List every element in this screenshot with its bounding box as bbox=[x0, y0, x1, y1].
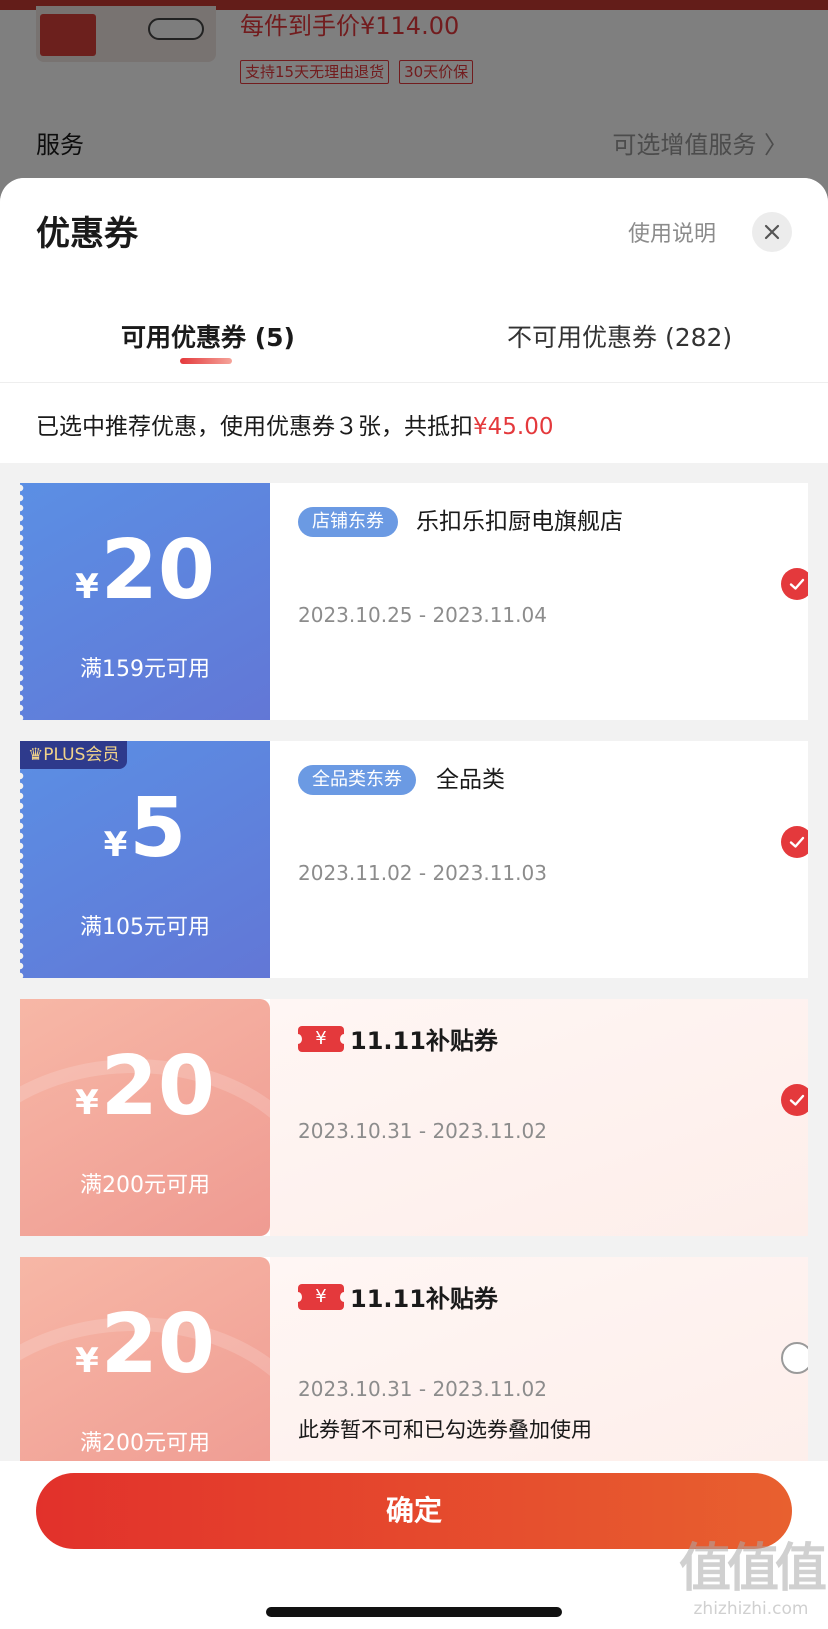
coupon-card[interactable]: ¥20 满159元可用 店铺东券 乐扣乐扣厨电旗舰店 2023.10.25 - … bbox=[20, 483, 808, 720]
confirm-button[interactable]: 确定 bbox=[36, 1473, 792, 1549]
coupon-checkbox-checked[interactable] bbox=[781, 826, 808, 858]
summary-amount: ¥45.00 bbox=[473, 414, 554, 440]
subsidy-ticket-icon: ¥ bbox=[294, 1025, 348, 1052]
divider bbox=[0, 382, 828, 383]
tab-unavailable-coupons[interactable]: 不可用优惠券 (282) bbox=[507, 318, 732, 354]
coupon-validity: 2023.11.02 - 2023.11.03 bbox=[298, 861, 547, 885]
coupon-amount-value: 20 bbox=[100, 1297, 215, 1392]
checkmark-icon bbox=[789, 578, 805, 590]
coupon-threshold: 满159元可用 bbox=[80, 657, 210, 682]
coupon-sheet: 优惠券 使用说明 可用优惠券 (5) 不可用优惠券 (282) 已选中推荐优惠，… bbox=[0, 178, 828, 1629]
sheet-header: 优惠券 使用说明 可用优惠券 (5) 不可用优惠券 (282) 已选中推荐优惠，… bbox=[0, 178, 828, 463]
coupon-amount-value: 20 bbox=[100, 1039, 215, 1134]
coupon-validity: 2023.10.25 - 2023.11.04 bbox=[298, 603, 547, 627]
coupon-value-panel: ¥20 满200元可用 bbox=[20, 999, 270, 1236]
coupon-info-panel: ¥ 11.11补贴券 2023.10.31 - 2023.11.02 bbox=[270, 999, 808, 1236]
active-tab-indicator bbox=[180, 358, 232, 364]
crown-icon: ♛ bbox=[28, 745, 44, 765]
currency-symbol: ¥ bbox=[75, 1083, 99, 1123]
coupon-card[interactable]: ¥20 满200元可用 ¥ 11.11补贴券 2023.10.31 - 2023… bbox=[20, 1257, 808, 1494]
watermark-logo: 值值值 bbox=[678, 1539, 827, 1599]
coupon-value-panel: ¥20 满159元可用 bbox=[20, 483, 270, 720]
close-icon bbox=[764, 224, 780, 240]
coupon-amount-value: 20 bbox=[100, 523, 215, 618]
coupon-card[interactable]: ¥20 满200元可用 ¥ 11.11补贴券 2023.10.31 - 2023… bbox=[20, 999, 808, 1236]
coupon-info-panel: 全品类东券 全品类 2023.11.02 - 2023.11.03 bbox=[270, 741, 808, 978]
subsidy-ticket-icon: ¥ bbox=[294, 1283, 348, 1310]
currency-symbol: ¥ bbox=[75, 1341, 99, 1381]
coupon-checkbox-unchecked[interactable] bbox=[781, 1342, 808, 1374]
coupon-amount: ¥5 bbox=[20, 779, 270, 879]
coupon-value-panel: ¥20 满200元可用 bbox=[20, 1257, 270, 1494]
coupon-info-panel: ¥ 11.11补贴券 2023.10.31 - 2023.11.02 此券暂不可… bbox=[270, 1257, 808, 1494]
coupon-value-panel: ♛PLUS会员 ¥5 满105元可用 bbox=[20, 741, 270, 978]
coupon-checkbox-checked[interactable] bbox=[781, 568, 808, 600]
summary-text: 已选中推荐优惠，使用优惠券３张，共抵扣 bbox=[36, 414, 473, 440]
coupon-type-tag: 店铺东券 bbox=[298, 507, 398, 537]
sheet-title: 优惠券 bbox=[36, 214, 138, 254]
subsidy-label-text: 11.11补贴券 bbox=[350, 1285, 498, 1313]
coupon-amount-value: 5 bbox=[129, 781, 187, 876]
coupon-threshold: 满200元可用 bbox=[80, 1431, 210, 1456]
coupon-scope: 乐扣乐扣厨电旗舰店 bbox=[416, 509, 623, 535]
selection-summary: 已选中推荐优惠，使用优惠券３张，共抵扣¥45.00 bbox=[36, 407, 553, 441]
watermark: 值值值 zhizhizhi.com bbox=[676, 1539, 827, 1627]
coupon-scope: 全品类 bbox=[436, 767, 505, 793]
checkmark-icon bbox=[789, 836, 805, 848]
currency-symbol: ¥ bbox=[75, 567, 99, 607]
subsidy-coupon-label: ¥ 11.11补贴券 bbox=[294, 1021, 498, 1056]
plus-badge-label: PLUS会员 bbox=[43, 745, 120, 765]
coupon-amount: ¥20 bbox=[20, 521, 270, 621]
coupon-amount: ¥20 bbox=[20, 1037, 270, 1137]
close-button[interactable] bbox=[752, 212, 792, 252]
coupon-info-panel: 店铺东券 乐扣乐扣厨电旗舰店 2023.10.25 - 2023.11.04 bbox=[270, 483, 808, 720]
subsidy-label-text: 11.11补贴券 bbox=[350, 1027, 498, 1055]
coupon-card[interactable]: ♛PLUS会员 ¥5 满105元可用 全品类东券 全品类 2023.11.02 … bbox=[20, 741, 808, 978]
tab-available-coupons[interactable]: 可用优惠券 (5) bbox=[121, 318, 295, 354]
checkmark-icon bbox=[789, 1094, 805, 1106]
coupon-validity: 2023.10.31 - 2023.11.02 bbox=[298, 1119, 547, 1143]
coupon-amount: ¥20 bbox=[20, 1295, 270, 1395]
coupon-threshold: 满105元可用 bbox=[80, 915, 210, 940]
watermark-site: zhizhizhi.com bbox=[693, 1599, 809, 1619]
coupon-validity: 2023.10.31 - 2023.11.02 bbox=[298, 1377, 547, 1401]
coupon-conflict-note: 此券暂不可和已勾选券叠加使用 bbox=[298, 1418, 592, 1442]
plus-member-badge: ♛PLUS会员 bbox=[20, 741, 128, 769]
coupon-type-tag: 全品类东券 bbox=[298, 765, 416, 795]
subsidy-coupon-label: ¥ 11.11补贴券 bbox=[294, 1279, 498, 1314]
coupon-checkbox-checked[interactable] bbox=[781, 1084, 808, 1116]
currency-symbol: ¥ bbox=[103, 825, 128, 865]
home-indicator[interactable] bbox=[266, 1607, 562, 1617]
usage-instructions-link[interactable]: 使用说明 bbox=[628, 216, 716, 248]
coupon-threshold: 满200元可用 bbox=[80, 1173, 210, 1198]
